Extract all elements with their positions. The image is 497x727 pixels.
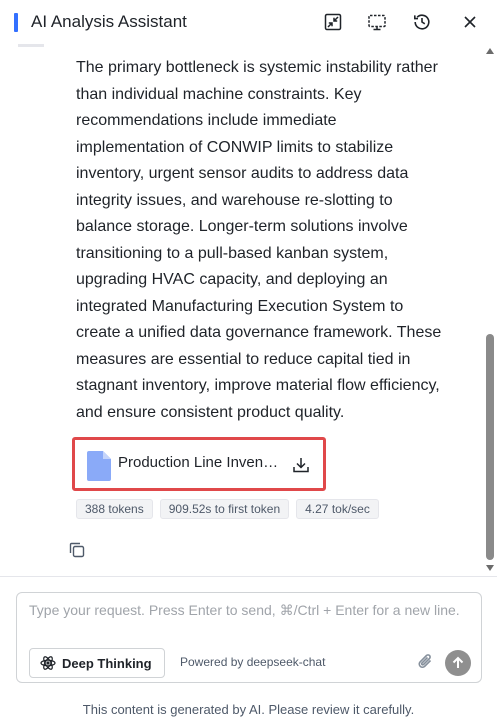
attachment-name: Production Line Inven… (118, 454, 279, 471)
token-speed-badge: 4.27 tok/sec (296, 499, 379, 519)
panel-header: AI Analysis Assistant (0, 0, 497, 44)
atom-icon (40, 656, 56, 670)
generation-stats: 388 tokens 909.52s to first token 4.27 t… (76, 499, 379, 519)
paperclip-icon[interactable] (415, 651, 437, 673)
scroll-up-arrow-icon[interactable] (486, 48, 494, 54)
scroll-down-arrow-icon[interactable] (486, 565, 494, 571)
exit-fullscreen-button[interactable] (321, 10, 345, 34)
first-token-latency-badge: 909.52s to first token (159, 499, 290, 519)
arrow-up-icon (452, 656, 464, 668)
previous-section-edge (18, 44, 44, 47)
screen-share-button[interactable] (365, 10, 389, 34)
history-button[interactable] (410, 10, 434, 34)
document-icon (87, 451, 111, 481)
ai-disclaimer: This content is generated by AI. Please … (82, 702, 415, 717)
title-accent-bar (14, 13, 18, 32)
model-info: Powered by deepseek-chat (180, 655, 326, 669)
composer: Deep Thinking Powered by deepseek-chat (16, 592, 482, 683)
send-button[interactable] (445, 650, 471, 676)
download-icon[interactable] (290, 454, 312, 476)
deep-thinking-button[interactable]: Deep Thinking (29, 648, 165, 678)
close-icon (464, 16, 476, 28)
chat-scrollbar[interactable] (483, 44, 497, 576)
screen-share-icon (368, 14, 386, 31)
close-button[interactable] (458, 10, 482, 34)
token-count-badge: 388 tokens (76, 499, 153, 519)
panel-title: AI Analysis Assistant (31, 12, 187, 31)
request-input[interactable] (29, 599, 469, 643)
scrollbar-thumb[interactable] (486, 334, 494, 560)
copy-icon[interactable] (67, 540, 87, 560)
attachment-card[interactable]: Production Line Inven… (72, 437, 326, 491)
composer-divider (0, 576, 497, 577)
chat-content[interactable]: The primary bottleneck is systemic insta… (0, 44, 483, 576)
history-icon (414, 14, 430, 30)
assistant-answer: The primary bottleneck is systemic insta… (76, 59, 442, 421)
deep-thinking-label: Deep Thinking (62, 655, 152, 671)
exit-fullscreen-icon (324, 13, 342, 31)
